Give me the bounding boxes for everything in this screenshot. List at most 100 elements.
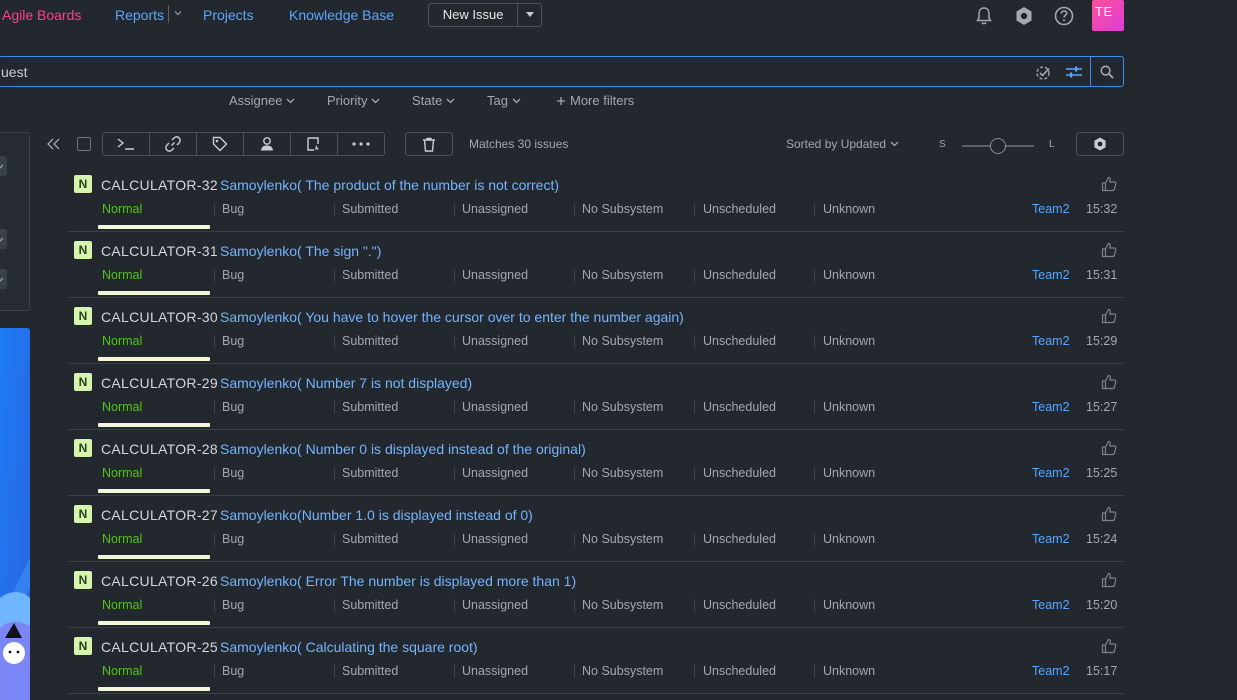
issue-row[interactable]: N CALCULATOR-30 Samoylenko( You have to ho… <box>68 298 1124 364</box>
filter-more[interactable]: More filters <box>556 93 634 108</box>
search-query-input[interactable]: uest <box>1 64 27 80</box>
issue-state[interactable]: Submitted <box>342 202 398 216</box>
issue-affected-version[interactable]: Unknown <box>823 334 875 348</box>
issue-summary-link[interactable]: Samoylenko(Number 1.0 is displayed inste… <box>220 507 533 523</box>
issue-id[interactable]: CALCULATOR-25 <box>101 639 218 655</box>
sidebar-dropdown[interactable] <box>0 229 7 249</box>
assign-button[interactable] <box>244 133 291 155</box>
issue-fix-version[interactable]: Unscheduled <box>703 664 776 678</box>
nav-reports[interactable]: Reports <box>115 7 164 23</box>
issue-summary-link[interactable]: Samoylenko( Number 0 is displayed instea… <box>220 441 586 457</box>
issue-subsystem[interactable]: No Subsystem <box>582 466 663 480</box>
issue-row[interactable]: N CALCULATOR-26 Samoylenko( Error The numb… <box>68 562 1124 628</box>
issue-state[interactable]: Submitted <box>342 268 398 282</box>
sidebar-dropdown[interactable] <box>0 269 7 289</box>
issue-priority[interactable]: Normal <box>102 202 142 216</box>
issue-summary-link[interactable]: Samoylenko( The sign ".") <box>220 243 381 259</box>
issue-assignee[interactable]: Unassigned <box>462 400 528 414</box>
issue-subsystem[interactable]: No Subsystem <box>582 268 663 282</box>
search-icon[interactable] <box>1100 65 1114 79</box>
reports-chevron-down-icon[interactable] <box>173 8 183 18</box>
issue-affected-version[interactable]: Unknown <box>823 268 875 282</box>
issue-state[interactable]: Submitted <box>342 664 398 678</box>
issue-fix-version[interactable]: Unscheduled <box>703 466 776 480</box>
new-issue-button[interactable]: New Issue <box>429 4 519 26</box>
nav-knowledge-base[interactable]: Knowledge Base <box>289 7 394 23</box>
issue-type[interactable]: Bug <box>222 532 244 546</box>
issue-assignee[interactable]: Unassigned <box>462 466 528 480</box>
issue-subsystem[interactable]: No Subsystem <box>582 664 663 678</box>
issue-team[interactable]: Team2 <box>1032 466 1070 480</box>
command-button[interactable] <box>103 133 150 155</box>
vote-thumbs-up-icon[interactable] <box>1101 242 1117 258</box>
issue-subsystem[interactable]: No Subsystem <box>582 532 663 546</box>
link-issues-button[interactable] <box>150 133 197 155</box>
issue-id[interactable]: CALCULATOR-31 <box>101 243 218 259</box>
issue-state[interactable]: Submitted <box>342 400 398 414</box>
search-query-bar[interactable]: uest <box>0 56 1124 87</box>
issue-type[interactable]: Bug <box>222 202 244 216</box>
vote-thumbs-up-icon[interactable] <box>1101 374 1117 390</box>
issue-assignee[interactable]: Unassigned <box>462 532 528 546</box>
issue-team[interactable]: Team2 <box>1032 598 1070 612</box>
issue-type[interactable]: Bug <box>222 466 244 480</box>
issue-fix-version[interactable]: Unscheduled <box>703 532 776 546</box>
issue-priority[interactable]: Normal <box>102 400 142 414</box>
issue-fix-version[interactable]: Unscheduled <box>703 400 776 414</box>
issue-row[interactable]: N CALCULATOR-27 Samoylenko(Number 1.0 is d… <box>68 496 1124 562</box>
issue-state[interactable]: Submitted <box>342 532 398 546</box>
issue-fix-version[interactable]: Unscheduled <box>703 202 776 216</box>
issue-type[interactable]: Bug <box>222 400 244 414</box>
issue-type[interactable]: Bug <box>222 664 244 678</box>
issue-row[interactable]: N CALCULATOR-29 Samoylenko( Number 7 is no… <box>68 364 1124 430</box>
issue-summary-link[interactable]: Samoylenko( Number 7 is not displayed) <box>220 375 472 391</box>
issue-state[interactable]: Submitted <box>342 466 398 480</box>
list-settings-button[interactable] <box>1076 132 1124 156</box>
more-actions-button[interactable] <box>338 133 384 155</box>
density-slider-thumb[interactable] <box>990 138 1006 154</box>
administration-gear-icon[interactable] <box>1013 5 1035 27</box>
vote-thumbs-up-icon[interactable] <box>1101 308 1117 324</box>
vote-thumbs-up-icon[interactable] <box>1101 572 1117 588</box>
issue-state[interactable]: Submitted <box>342 334 398 348</box>
issue-subsystem[interactable]: No Subsystem <box>582 598 663 612</box>
issue-assignee[interactable]: Unassigned <box>462 268 528 282</box>
issue-id[interactable]: CALCULATOR-26 <box>101 573 218 589</box>
vote-thumbs-up-icon[interactable] <box>1101 176 1117 192</box>
nav-projects[interactable]: Projects <box>203 7 254 23</box>
issue-row[interactable]: N CALCULATOR-28 Samoylenko( Number 0 is di… <box>68 430 1124 496</box>
issue-row[interactable]: N CALCULATOR-32 Samoylenko( The product of… <box>68 166 1124 232</box>
vote-thumbs-up-icon[interactable] <box>1101 638 1117 654</box>
saved-search-check-icon[interactable] <box>1035 65 1053 81</box>
sidebar-dropdown[interactable] <box>0 156 7 176</box>
notifications-bell-icon[interactable] <box>973 5 995 27</box>
issue-team[interactable]: Team2 <box>1032 400 1070 414</box>
issue-team[interactable]: Team2 <box>1032 664 1070 678</box>
issue-summary-link[interactable]: Samoylenko( Error The number is displaye… <box>220 573 576 589</box>
issue-assignee[interactable]: Unassigned <box>462 202 528 216</box>
issue-fix-version[interactable]: Unscheduled <box>703 334 776 348</box>
filter-state[interactable]: State <box>412 93 455 108</box>
issue-affected-version[interactable]: Unknown <box>823 664 875 678</box>
issue-affected-version[interactable]: Unknown <box>823 598 875 612</box>
issue-priority[interactable]: Normal <box>102 598 142 612</box>
issue-priority[interactable]: Normal <box>102 268 142 282</box>
issue-priority[interactable]: Normal <box>102 532 142 546</box>
sort-dropdown[interactable]: Sorted by Updated <box>786 137 899 151</box>
issue-subsystem[interactable]: No Subsystem <box>582 400 663 414</box>
issue-state[interactable]: Submitted <box>342 598 398 612</box>
issue-team[interactable]: Team2 <box>1032 532 1070 546</box>
filter-priority[interactable]: Priority <box>327 93 380 108</box>
issue-row[interactable]: N CALCULATOR-25 Samoylenko( Calculating th… <box>68 628 1124 694</box>
new-issue-dropdown-button[interactable] <box>518 4 541 26</box>
nav-agile-boards[interactable]: Agile Boards <box>2 7 81 23</box>
issue-priority[interactable]: Normal <box>102 466 142 480</box>
issue-id[interactable]: CALCULATOR-32 <box>101 177 218 193</box>
issue-team[interactable]: Team2 <box>1032 202 1070 216</box>
issue-summary-link[interactable]: Samoylenko( The product of the number is… <box>220 177 559 193</box>
issue-subsystem[interactable]: No Subsystem <box>582 334 663 348</box>
tag-button[interactable] <box>197 133 244 155</box>
issue-team[interactable]: Team2 <box>1032 334 1070 348</box>
issue-fix-version[interactable]: Unscheduled <box>703 598 776 612</box>
issue-row[interactable]: N CALCULATOR-31 Samoylenko( The sign ".") N… <box>68 232 1124 298</box>
